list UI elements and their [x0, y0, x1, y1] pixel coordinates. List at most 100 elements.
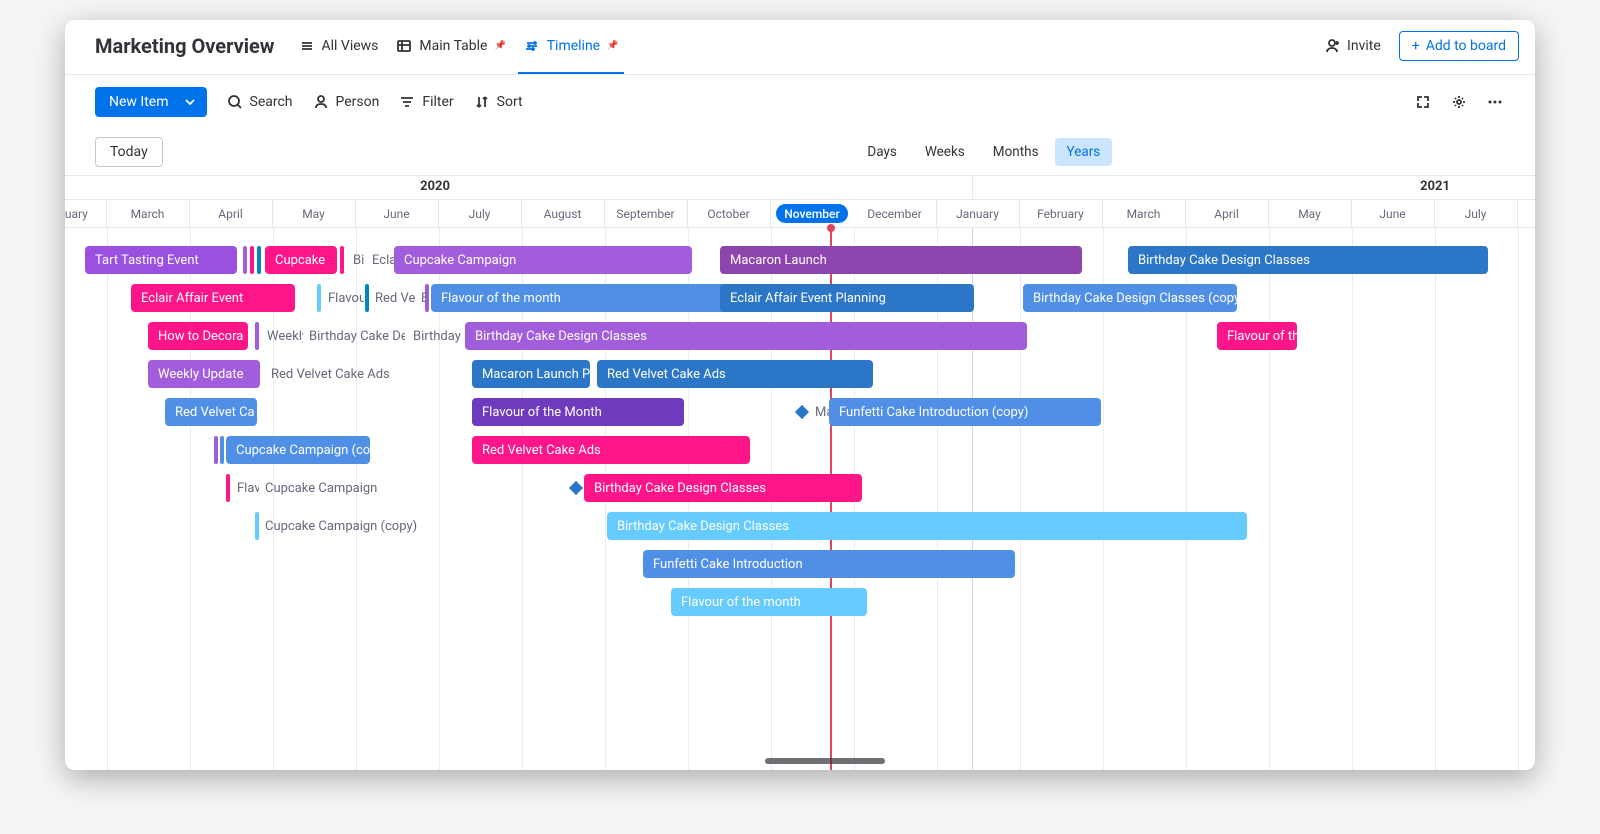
timeline-fragment[interactable]: Birthday Cake Desig	[305, 322, 405, 350]
timeline-fragment[interactable]: Red Velvet Cake Ads	[267, 360, 407, 388]
invite-label: Invite	[1347, 38, 1381, 54]
timeline-fragment[interactable]: Ecla	[368, 246, 394, 274]
timeline-bar[interactable]: Macaron Launch Pa	[472, 360, 590, 388]
pin-icon: 📌	[607, 41, 618, 51]
timeline-bar[interactable]: Eclair Affair Event	[131, 284, 295, 312]
scroll-thumb[interactable]	[765, 758, 885, 764]
timeline-bar[interactable]: Weekly Update	[148, 360, 260, 388]
timeline-sliver[interactable]	[340, 246, 344, 274]
expand-icon	[1415, 94, 1431, 110]
timeline-sliver[interactable]	[257, 246, 261, 274]
timeline-bar[interactable]: Funfetti Cake Introduction (copy)	[829, 398, 1101, 426]
timeline-area: 20202021 FebruaryMarchAprilMayJuneJulyAu…	[65, 175, 1535, 770]
timeline-bar[interactable]: Flavour of the month	[671, 588, 867, 616]
timeline-bar[interactable]: Funfetti Cake Introduction	[643, 550, 1015, 578]
timeline-row: BirEcla Tart Tasting Event Cupcake Cupcake …	[65, 246, 1535, 278]
timeline-bar[interactable]: Eclair Affair Event Planning	[720, 284, 974, 312]
timeline-bar[interactable]: Birthday Cake Design Classes (copy)	[1023, 284, 1237, 312]
month-cell: May	[1269, 200, 1352, 227]
timeline-bar[interactable]: Flavour of the	[1217, 322, 1297, 350]
view-tab-timeline[interactable]: Timeline 📌	[524, 30, 619, 62]
new-item-button[interactable]: New Item	[95, 87, 207, 117]
month-cell: July	[1435, 200, 1518, 227]
timeline-fragment[interactable]: Cupcake Campaign	[261, 474, 391, 502]
filter-label: Filter	[422, 94, 453, 110]
year-label: 2021	[1420, 179, 1450, 194]
sort-button[interactable]: Sort	[474, 94, 523, 110]
timeline-row: Cupcake Campaign (copy Red Velvet Cake Ad…	[65, 436, 1535, 468]
timeline-fragment[interactable]: Flavou	[324, 284, 364, 312]
add-to-board-label: Add to board	[1426, 38, 1506, 54]
month-cell: September	[605, 200, 688, 227]
timeline-sliver[interactable]	[226, 474, 230, 502]
search-button[interactable]: Search	[227, 94, 293, 110]
timeline-bar[interactable]: Flavour of the Month	[472, 398, 684, 426]
month-cell: March	[1103, 200, 1186, 227]
timeline-fragment[interactable]: Red Ve	[371, 284, 415, 312]
timeline-sliver[interactable]	[365, 284, 369, 312]
timeline-icon	[524, 38, 540, 54]
gear-icon	[1451, 94, 1467, 110]
more-button[interactable]	[1485, 92, 1505, 112]
months-row: FebruaryMarchAprilMayJuneJulyAugustSepte…	[65, 200, 1535, 228]
timeline-controls: Today DaysWeeksMonthsYears	[65, 129, 1535, 175]
milestone-diamond[interactable]	[569, 481, 583, 495]
sort-icon	[474, 94, 490, 110]
view-tab-label: Timeline	[547, 38, 600, 54]
scale-tab-days[interactable]: Days	[855, 138, 908, 166]
app-window: Marketing Overview All Views Main Table …	[65, 20, 1535, 770]
timeline-fragment[interactable]: Bir	[417, 284, 427, 312]
timeline-bar[interactable]: Flavour of the month	[431, 284, 727, 312]
chevron-down-icon	[183, 95, 197, 109]
timeline-bar[interactable]: Macaron Launch	[720, 246, 1082, 274]
timeline-sliver[interactable]	[317, 284, 321, 312]
timeline-row: MaRed Velvet CaFlavour of the MonthFunfe…	[65, 398, 1535, 430]
scale-tab-weeks[interactable]: Weeks	[913, 138, 977, 166]
timeline-sliver[interactable]	[255, 322, 259, 350]
invite-button[interactable]: Invite	[1325, 38, 1381, 54]
timeline-fragment[interactable]: Cupcake Campaign (copy)	[261, 512, 431, 540]
timeline-fragment[interactable]: Flav	[233, 474, 259, 502]
timeline-fragment[interactable]: Birthday	[409, 322, 465, 350]
timeline-bar[interactable]: Birthday Cake Design Classes	[584, 474, 862, 502]
timeline-bar[interactable]: How to Decora	[148, 322, 248, 350]
settings-button[interactable]	[1449, 92, 1469, 112]
view-tab-main-table[interactable]: Main Table 📌	[396, 30, 505, 62]
timeline-bar[interactable]: Birthday Cake Design Classes	[465, 322, 1027, 350]
month-cell: August	[522, 200, 605, 227]
timeline-sliver[interactable]	[214, 436, 218, 464]
timeline-sliver[interactable]	[250, 246, 254, 274]
filter-button[interactable]: Filter	[399, 94, 453, 110]
month-cell-current[interactable]: November	[776, 204, 848, 223]
month-cell: October	[688, 200, 771, 227]
month-cell: April	[190, 200, 273, 227]
timeline-bar[interactable]: Birthday Cake Design Classes	[607, 512, 1247, 540]
years-row: 20202021	[65, 176, 1535, 200]
add-to-board-button[interactable]: + Add to board	[1399, 31, 1519, 61]
person-filter-button[interactable]: Person	[313, 94, 380, 110]
timeline-bar[interactable]: Red Velvet Cake Ads	[597, 360, 873, 388]
scale-tab-months[interactable]: Months	[981, 138, 1051, 166]
timeline-sliver[interactable]	[243, 246, 247, 274]
timeline-bar[interactable]: Cupcake	[265, 246, 337, 274]
timeline-fragment[interactable]: Bir	[349, 246, 365, 274]
timeline-bar[interactable]: Red Velvet Cake Ads	[472, 436, 750, 464]
timeline-bar[interactable]: Red Velvet Ca	[165, 398, 257, 426]
toolbar: New Item Search Person Filter Sort	[65, 75, 1535, 129]
timeline-bar[interactable]: Cupcake Campaign	[394, 246, 692, 274]
more-icon	[1487, 94, 1503, 110]
today-dot	[827, 224, 835, 232]
scale-tab-years[interactable]: Years	[1055, 138, 1113, 166]
month-cell: June	[356, 200, 439, 227]
timeline-bar[interactable]: Tart Tasting Event	[85, 246, 237, 274]
timeline-bar[interactable]: Cupcake Campaign (copy	[226, 436, 370, 464]
milestone-diamond[interactable]	[795, 405, 809, 419]
timeline-bar[interactable]: Birthday Cake Design Classes	[1128, 246, 1488, 274]
view-tab-all-views[interactable]: All Views	[299, 30, 379, 62]
timeline-sliver[interactable]	[255, 512, 259, 540]
timeline-fragment[interactable]: Weekly	[263, 322, 303, 350]
pin-icon: 📌	[494, 41, 505, 51]
today-button[interactable]: Today	[95, 137, 163, 167]
timeline-sliver[interactable]	[220, 436, 224, 464]
fullscreen-button[interactable]	[1413, 92, 1433, 112]
